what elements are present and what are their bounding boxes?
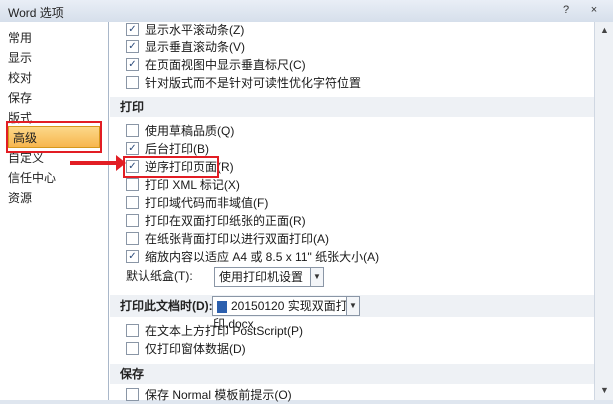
option-print-back-duplex[interactable]: 在纸张背面打印以进行双面打印(A): [126, 230, 329, 248]
chevron-down-icon[interactable]: ▼: [310, 268, 323, 286]
scroll-down-icon[interactable]: ▼: [598, 384, 611, 396]
sidebar-item-save[interactable]: 保存: [8, 88, 98, 108]
checkbox-checked-icon[interactable]: ✓: [126, 40, 139, 54]
word-document-icon: [217, 300, 227, 313]
option-print-field-codes[interactable]: 打印域代码而非域值(F): [126, 194, 268, 212]
chevron-down-icon[interactable]: ▼: [346, 297, 359, 315]
default-tray-label: 默认纸盒(T):: [126, 269, 193, 283]
checkbox-empty-icon[interactable]: [126, 342, 139, 356]
sidebar-item-resources[interactable]: 资源: [8, 188, 98, 208]
checkbox-empty-icon[interactable]: [126, 196, 139, 210]
checkbox-empty-icon[interactable]: [126, 232, 139, 246]
vertical-scrollbar[interactable]: ▲ ▼: [594, 22, 613, 400]
option-show-vertical-ruler[interactable]: ✓ 在页面视图中显示垂直标尺(C): [126, 56, 306, 74]
checkbox-checked-icon[interactable]: ✓: [126, 142, 139, 156]
option-print-form-data[interactable]: 仅打印窗体数据(D): [126, 340, 246, 358]
checkbox-checked-icon[interactable]: ✓: [126, 250, 139, 264]
option-prompt-save-normal[interactable]: 保存 Normal 模板前提示(O): [126, 386, 292, 404]
option-show-horizontal-scrollbar[interactable]: ✓ 显示水平滚动条(Z): [126, 21, 244, 39]
checkbox-empty-icon[interactable]: [126, 388, 139, 402]
window-title: Word 选项: [8, 6, 64, 20]
section-save-header: 保存: [110, 364, 594, 384]
scroll-up-icon[interactable]: ▲: [598, 24, 611, 36]
checkbox-empty-icon[interactable]: [126, 214, 139, 228]
checkbox-empty-icon[interactable]: [126, 76, 139, 90]
option-draft-quality[interactable]: 使用草稿品质(Q): [126, 122, 234, 140]
sidebar-item-trust-center[interactable]: 信任中心: [8, 168, 98, 188]
default-tray-select[interactable]: 使用打印机设置 ▼: [214, 267, 324, 287]
title-bar: Word 选项 ? ×: [0, 0, 613, 23]
checkbox-checked-icon[interactable]: ✓: [126, 23, 139, 37]
sidebar-item-proofing[interactable]: 校对: [8, 68, 98, 88]
document-select[interactable]: 20150120 实现双面打印.docx ▼: [212, 296, 360, 331]
sidebar-item-display[interactable]: 显示: [8, 48, 98, 68]
sidebar-item-common[interactable]: 常用: [8, 28, 98, 48]
option-show-vertical-scrollbar[interactable]: ✓ 显示垂直滚动条(V): [126, 38, 245, 56]
checkbox-checked-icon[interactable]: ✓: [126, 58, 139, 72]
option-optimize-layout[interactable]: 针对版式而不是针对可读性优化字符位置: [126, 74, 361, 92]
help-button[interactable]: ?: [556, 2, 576, 18]
annotation-arrow-icon: [116, 155, 126, 171]
checkbox-empty-icon[interactable]: [126, 124, 139, 138]
option-print-xml-tags[interactable]: 打印 XML 标记(X): [126, 176, 240, 194]
annotation-arrow-line: [70, 161, 120, 165]
option-print-postscript[interactable]: 在文本上方打印 PostScript(P): [126, 322, 303, 340]
checkbox-empty-icon[interactable]: [126, 178, 139, 192]
section-print-header: 打印: [110, 97, 594, 117]
sidebar: 常用 显示 校对 保存 版式 高级 自定义 信任中心 资源: [0, 22, 109, 400]
option-print-front-duplex[interactable]: 打印在双面打印纸张的正面(R): [126, 212, 306, 230]
option-scale-content[interactable]: ✓ 缩放内容以适应 A4 或 8.5 x 11" 纸张大小(A): [126, 248, 379, 266]
checkbox-empty-icon[interactable]: [126, 324, 139, 338]
close-button[interactable]: ×: [584, 2, 604, 18]
advanced-highlight-box: [6, 121, 102, 153]
reverse-print-highlight-box: [123, 156, 219, 178]
